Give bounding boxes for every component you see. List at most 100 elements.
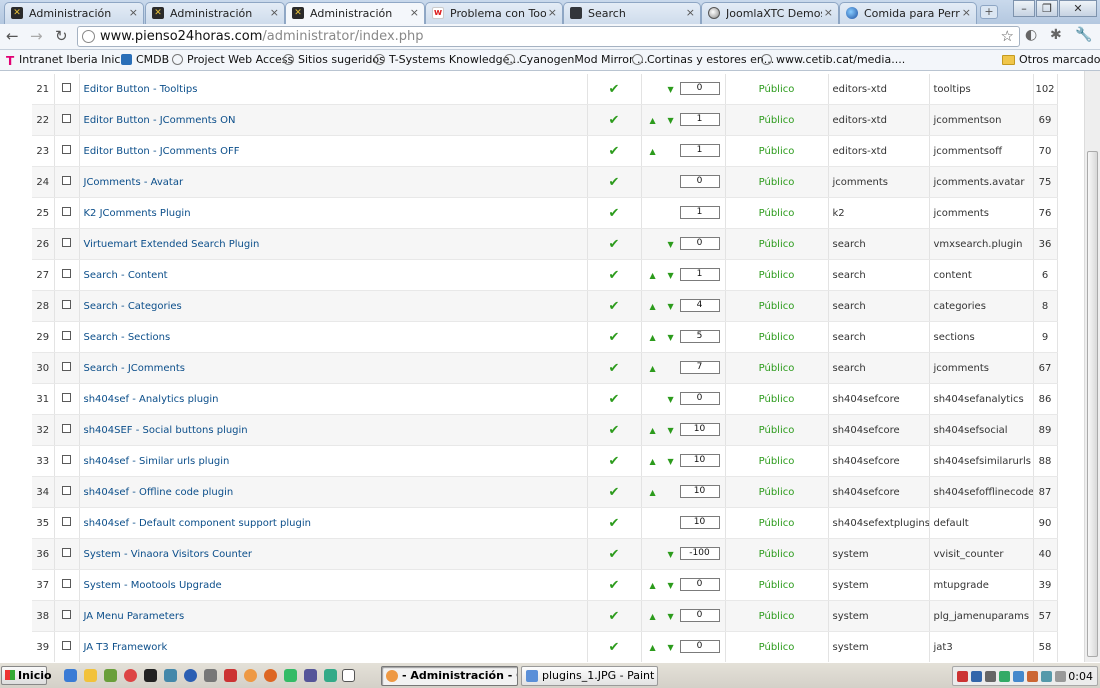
app4-quicklaunch-icon[interactable] (284, 669, 297, 682)
row-checkbox[interactable] (62, 486, 71, 495)
plugin-name-link[interactable]: Editor Button - JComments ON (84, 115, 236, 126)
published-check-icon[interactable]: ✔ (609, 454, 620, 469)
safely-remove-tray-icon[interactable] (1055, 671, 1066, 682)
row-checkbox[interactable] (62, 641, 71, 650)
row-checkbox[interactable] (62, 393, 71, 402)
row-checkbox[interactable] (62, 331, 71, 340)
order-input[interactable]: 0 (679, 237, 720, 250)
plugin-name-link[interactable]: Search - Sections (84, 332, 171, 343)
access-level-link[interactable]: Público (759, 146, 795, 157)
move-down-arrow-icon[interactable]: ▼ (668, 116, 674, 125)
bookmark-cyanogenmod[interactable]: CyanogenMod Mirror ... (504, 53, 647, 66)
app3-quicklaunch-icon[interactable] (224, 669, 237, 682)
order-input[interactable]: 0 (679, 82, 720, 95)
plugin-name-link[interactable]: Editor Button - Tooltips (84, 84, 198, 95)
access-level-link[interactable]: Público (759, 425, 795, 436)
published-check-icon[interactable]: ✔ (609, 361, 620, 376)
move-down-arrow-icon[interactable]: ▼ (668, 240, 674, 249)
order-input[interactable]: 10 (679, 516, 720, 529)
order-input[interactable]: 1 (679, 268, 720, 281)
move-down-arrow-icon[interactable]: ▼ (668, 395, 674, 404)
row-checkbox[interactable] (62, 83, 71, 92)
vertical-scrollbar[interactable] (1084, 71, 1100, 662)
plugin-name-link[interactable]: JComments - Avatar (84, 177, 184, 188)
row-checkbox[interactable] (62, 300, 71, 309)
close-icon[interactable]: × (962, 6, 971, 19)
plugin-name-link[interactable]: sh404SEF - Social buttons plugin (84, 425, 248, 436)
move-down-arrow-icon[interactable]: ▼ (668, 612, 674, 621)
order-input[interactable]: 0 (679, 175, 720, 188)
new-tab-button[interactable]: + (980, 5, 998, 19)
wrench-icon[interactable]: 🔧 (1075, 27, 1092, 43)
bookmark-other-folder[interactable]: Otros marcadores (1002, 53, 1100, 66)
access-level-link[interactable]: Público (759, 363, 795, 374)
published-check-icon[interactable]: ✔ (609, 516, 620, 531)
access-level-link[interactable]: Público (759, 394, 795, 405)
network-tray-icon[interactable] (971, 671, 982, 682)
plugin-name-link[interactable]: Search - Content (84, 270, 168, 281)
start-button[interactable]: Inicio (1, 666, 52, 685)
plugin-name-link[interactable]: JA Menu Parameters (84, 611, 185, 622)
antivirus-tray-icon[interactable] (957, 671, 968, 682)
plugin-name-link[interactable]: System - Mootools Upgrade (84, 580, 222, 591)
published-check-icon[interactable]: ✔ (609, 113, 620, 128)
published-check-icon[interactable]: ✔ (609, 547, 620, 562)
access-level-link[interactable]: Público (759, 177, 795, 188)
published-check-icon[interactable]: ✔ (609, 578, 620, 593)
order-input[interactable]: -100 (679, 547, 720, 560)
firefox-quicklaunch-icon[interactable] (264, 669, 277, 682)
move-up-arrow-icon[interactable]: ▲ (650, 488, 656, 497)
row-checkbox[interactable] (62, 176, 71, 185)
move-up-arrow-icon[interactable]: ▲ (650, 116, 656, 125)
published-check-icon[interactable]: ✔ (609, 392, 620, 407)
published-check-icon[interactable]: ✔ (609, 206, 620, 221)
app-tray-icon[interactable] (1027, 671, 1038, 682)
close-icon[interactable]: × (410, 6, 419, 19)
order-input[interactable]: 10 (679, 485, 720, 498)
extension-icon[interactable]: ◐ (1025, 27, 1037, 43)
bookmark-cetib[interactable]: www.cetib.cat/media.... (761, 53, 905, 66)
row-checkbox[interactable] (62, 362, 71, 371)
close-icon[interactable]: × (270, 6, 279, 19)
reload-icon[interactable]: ↻ (55, 27, 68, 45)
published-check-icon[interactable]: ✔ (609, 299, 620, 314)
address-text[interactable]: www.pienso24horas.com/administrator/inde… (100, 29, 424, 44)
published-check-icon[interactable]: ✔ (609, 175, 620, 190)
access-level-link[interactable]: Público (759, 270, 795, 281)
order-input[interactable]: 4 (679, 299, 720, 312)
bluetooth-tray-icon[interactable] (1013, 671, 1024, 682)
move-down-arrow-icon[interactable]: ▼ (668, 581, 674, 590)
row-checkbox[interactable] (62, 145, 71, 154)
row-checkbox[interactable] (62, 548, 71, 557)
order-input[interactable]: 1 (679, 144, 720, 157)
access-level-link[interactable]: Público (759, 208, 795, 219)
penguin-quicklaunch-icon[interactable] (144, 669, 157, 682)
move-up-arrow-icon[interactable]: ▲ (650, 364, 656, 373)
move-down-arrow-icon[interactable]: ▼ (668, 457, 674, 466)
order-input[interactable]: 10 (679, 423, 720, 436)
plugin-name-link[interactable]: Editor Button - JComments OFF (84, 146, 240, 157)
move-up-arrow-icon[interactable]: ▲ (650, 643, 656, 652)
move-down-arrow-icon[interactable]: ▼ (668, 333, 674, 342)
move-up-arrow-icon[interactable]: ▲ (650, 457, 656, 466)
row-checkbox[interactable] (62, 579, 71, 588)
bookmark-t-systems[interactable]: T-Systems Knowledge... (374, 53, 520, 66)
browser-tab-4[interactable]: w Problema con ToolTips × (425, 2, 563, 24)
word-quicklaunch-icon[interactable] (342, 669, 355, 682)
access-level-link[interactable]: Público (759, 549, 795, 560)
move-up-arrow-icon[interactable]: ▲ (650, 271, 656, 280)
plugin-name-link[interactable]: K2 JComments Plugin (84, 208, 191, 219)
access-level-link[interactable]: Público (759, 487, 795, 498)
move-down-arrow-icon[interactable]: ▼ (668, 550, 674, 559)
update-tray-icon[interactable] (999, 671, 1010, 682)
published-check-icon[interactable]: ✔ (609, 640, 620, 655)
move-up-arrow-icon[interactable]: ▲ (650, 302, 656, 311)
ie-quicklaunch-icon[interactable] (64, 669, 77, 682)
bookmark-intranet[interactable]: T Intranet Iberia Inicio (6, 53, 130, 67)
app2-quicklaunch-icon[interactable] (204, 669, 217, 682)
browser-tab-3-active[interactable]: ✕ Administración × (285, 2, 425, 24)
monitor-tray-icon[interactable] (1041, 671, 1052, 682)
plugin-name-link[interactable]: JA T3 Framework (84, 642, 168, 653)
published-check-icon[interactable]: ✔ (609, 423, 620, 438)
messenger-quicklaunch-icon[interactable] (104, 669, 117, 682)
